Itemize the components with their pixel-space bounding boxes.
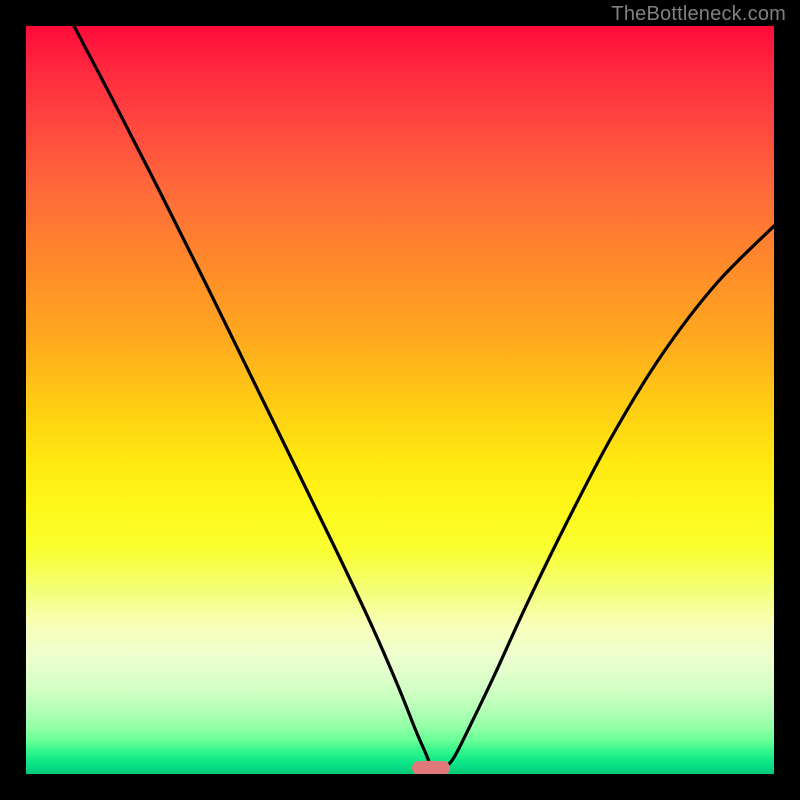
plot-area [26, 26, 774, 774]
bottleneck-curve [26, 26, 774, 774]
curve-path [74, 26, 774, 766]
attribution-label: TheBottleneck.com [611, 3, 786, 26]
minimum-marker [412, 761, 450, 774]
chart-frame: TheBottleneck.com [0, 0, 800, 800]
